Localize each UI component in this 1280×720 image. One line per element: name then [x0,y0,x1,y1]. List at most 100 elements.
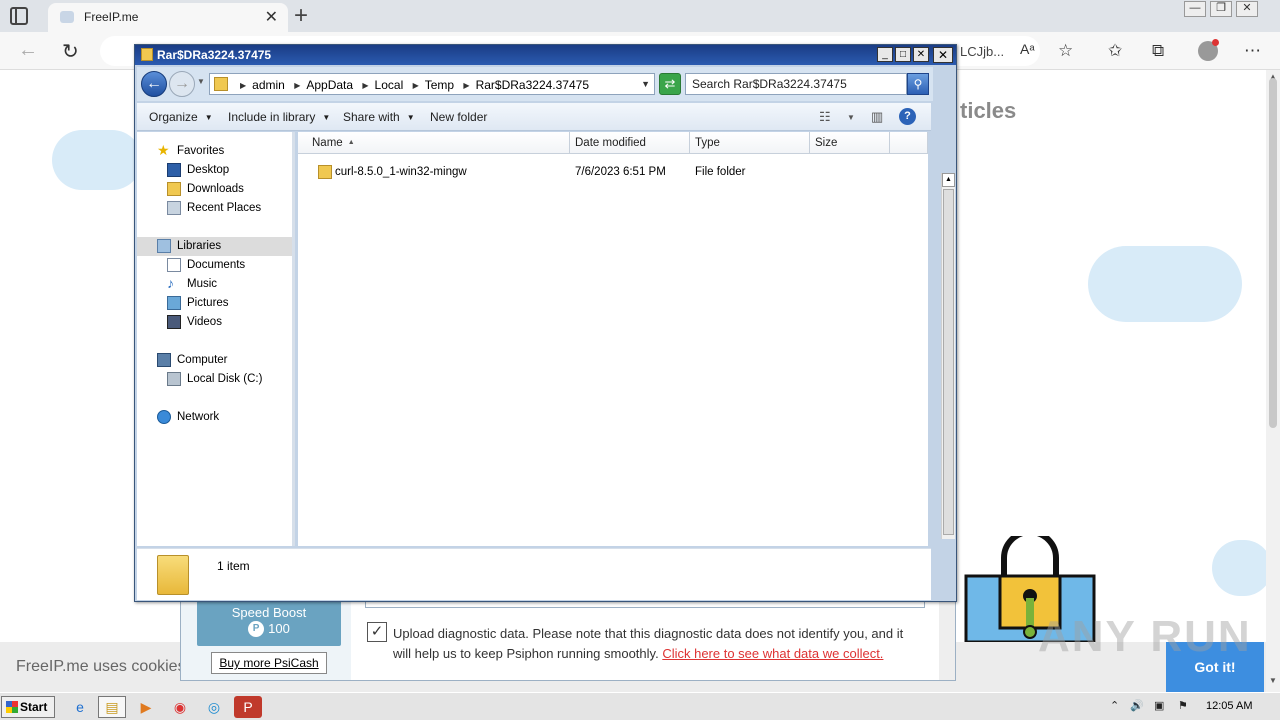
explorer-maximize-button[interactable]: □ [895,47,911,62]
nav-favorites[interactable]: ★ Favorites [137,142,292,161]
explorer-minimize-button[interactable]: _ [877,47,893,62]
new-folder-button[interactable]: New folder [430,110,487,124]
change-view-icon[interactable]: ☷ [819,109,831,125]
dropdown-arrow-icon: ▼ [204,113,213,122]
nav-network[interactable]: Network [137,408,292,427]
breadcrumb-separator-icon[interactable]: ▶ [463,81,469,90]
table-row[interactable]: curl-8.5.0_1-win32-mingw 7/6/2023 6:51 P… [298,163,928,183]
ie-icon[interactable]: e [66,696,94,718]
refresh-icon[interactable]: ↻ [62,39,79,64]
address-dropdown-icon[interactable]: ▼ [641,79,650,89]
column-header-name[interactable]: Name ▲ [298,132,570,154]
refresh-button[interactable]: ⇄ [659,73,681,95]
search-icon[interactable]: ⚲ [907,73,929,95]
explorer-navbar: ← → ▼ ▶ admin ▶ AppData ▶ Local ▶ Temp ▶ Rar$… [137,67,933,101]
nav-label: Local Disk (C:) [187,373,263,385]
browser-tab[interactable]: FreeIP.me ✕ [48,3,288,32]
read-aloud-icon[interactable]: Aᵃ [1020,41,1035,57]
search-input[interactable]: Search Rar$DRa3224.37475 [685,73,907,95]
breadcrumb-item[interactable]: Rar$DRa3224.37475 [476,78,589,92]
nav-local-disk[interactable]: Local Disk (C:) [137,370,292,389]
forward-button[interactable]: → [169,71,195,97]
preview-pane-icon[interactable]: ▥ [871,109,883,125]
network-tray-icon[interactable]: ▣ [1154,699,1164,712]
explorer-titlebar[interactable]: Rar$DRa3224.37475 _ □ ✕ ✕ [135,45,956,65]
help-icon[interactable]: ? [899,108,916,125]
close-window-button[interactable]: ✕ [1236,1,1258,17]
breadcrumb[interactable]: ▶ admin ▶ AppData ▶ Local ▶ Temp ▶ Rar$DRa322… [209,73,655,95]
buy-more-psicash-button[interactable]: Buy more PsiCash [211,652,327,674]
psiphon-icon[interactable]: P [234,696,262,718]
psiphon-scrollbar[interactable] [939,596,955,680]
nav-downloads[interactable]: Downloads [137,180,292,199]
explorer-taskbar-icon[interactable]: ▤ [98,696,126,718]
back-arrow-icon[interactable]: ← [18,39,38,62]
scroll-down-icon[interactable]: ▼ [1269,676,1277,685]
column-header-date[interactable]: Date modified [570,132,690,154]
column-header-size[interactable]: Size [810,132,890,154]
history-dropdown-icon[interactable]: ▼ [197,77,205,86]
page-scrollbar[interactable]: ▲ ▼ [1266,70,1280,692]
column-header-type[interactable]: Type [690,132,810,154]
breadcrumb-separator-icon[interactable]: ▶ [362,81,368,90]
back-button[interactable]: ← [141,71,167,97]
scroll-up-icon[interactable]: ▲ [942,173,955,187]
breadcrumb-separator-icon[interactable]: ▶ [240,81,246,90]
disk-icon [167,372,181,386]
nav-recent-places[interactable]: Recent Places [137,199,292,218]
page-scroll-thumb[interactable] [1269,78,1277,428]
organize-button[interactable]: Organize ▼ [149,110,213,124]
speed-boost-button[interactable]: Speed Boost P 100 [197,600,341,646]
breadcrumb-item[interactable]: Local [375,78,404,92]
edge-icon[interactable]: ◎ [200,696,228,718]
diagnostic-checkbox[interactable]: ✓ [367,622,387,642]
view-dropdown-icon[interactable]: ▼ [847,113,855,122]
diagnostic-data-link[interactable]: Click here to see what data we collect. [662,646,883,661]
nav-libraries[interactable]: Libraries [137,237,292,256]
navigation-pane: ★ Favorites Desktop Downloads Recent Pla… [137,132,295,546]
explorer-title: Rar$DRa3224.37475 [157,48,272,62]
add-favorite-icon[interactable]: ☆ [1058,41,1073,61]
new-tab-button[interactable]: + [294,2,308,30]
collections-icon[interactable]: ⧉ [1152,41,1164,61]
tab-favicon-icon [60,11,74,23]
folder-icon [157,555,189,595]
explorer-scroll-thumb[interactable] [943,189,954,535]
maximize-button[interactable]: ❐ [1210,1,1232,17]
breadcrumb-separator-icon[interactable]: ▶ [294,81,300,90]
music-icon: ♪ [167,275,174,291]
nav-label: Favorites [177,145,225,157]
start-button[interactable]: Start [1,696,55,718]
nav-music[interactable]: ♪ Music [137,275,292,294]
breadcrumb-item[interactable]: Temp [425,78,454,92]
explorer-outer-close-button[interactable]: ✕ [933,47,953,63]
include-in-library-button[interactable]: Include in library ▼ [228,110,330,124]
chrome-icon[interactable]: ◉ [166,696,194,718]
breadcrumb-separator-icon[interactable]: ▶ [413,81,419,90]
breadcrumb-item[interactable]: admin [252,78,285,92]
nav-computer[interactable]: Computer [137,351,292,370]
volume-icon[interactable]: 🔊 [1130,699,1144,712]
explorer-close-button[interactable]: ✕ [913,47,929,62]
more-icon[interactable]: ⋯ [1244,41,1261,61]
nav-label: Downloads [187,183,244,195]
column-header-extra[interactable] [890,132,928,154]
flag-icon[interactable]: ⚑ [1178,699,1188,712]
explorer-scrollbar[interactable]: ▲ [941,173,955,539]
tray-expand-icon[interactable]: ⌃ [1110,699,1119,712]
nav-pictures[interactable]: Pictures [137,294,292,313]
diagnostic-text: Upload diagnostic data. Please note that… [393,624,923,664]
media-player-icon[interactable]: ▶ [132,696,160,718]
nav-videos[interactable]: Videos [137,313,292,332]
breadcrumb-item[interactable]: AppData [306,78,353,92]
nav-desktop[interactable]: Desktop [137,161,292,180]
share-with-button[interactable]: Share with ▼ [343,110,415,124]
nav-label: Computer [177,354,228,366]
tab-actions-icon[interactable] [10,7,28,25]
minimize-button[interactable]: — [1184,1,1206,17]
organize-label: Organize [149,110,198,124]
nav-documents[interactable]: Documents [137,256,292,275]
favorites-icon[interactable]: ✩ [1108,41,1122,61]
tab-close-icon[interactable]: ✕ [265,7,278,27]
taskbar: Start e ▤ ▶ ◉ ◎ P ⌃ 🔊 ▣ ⚑ 12:05 AM [0,692,1280,720]
